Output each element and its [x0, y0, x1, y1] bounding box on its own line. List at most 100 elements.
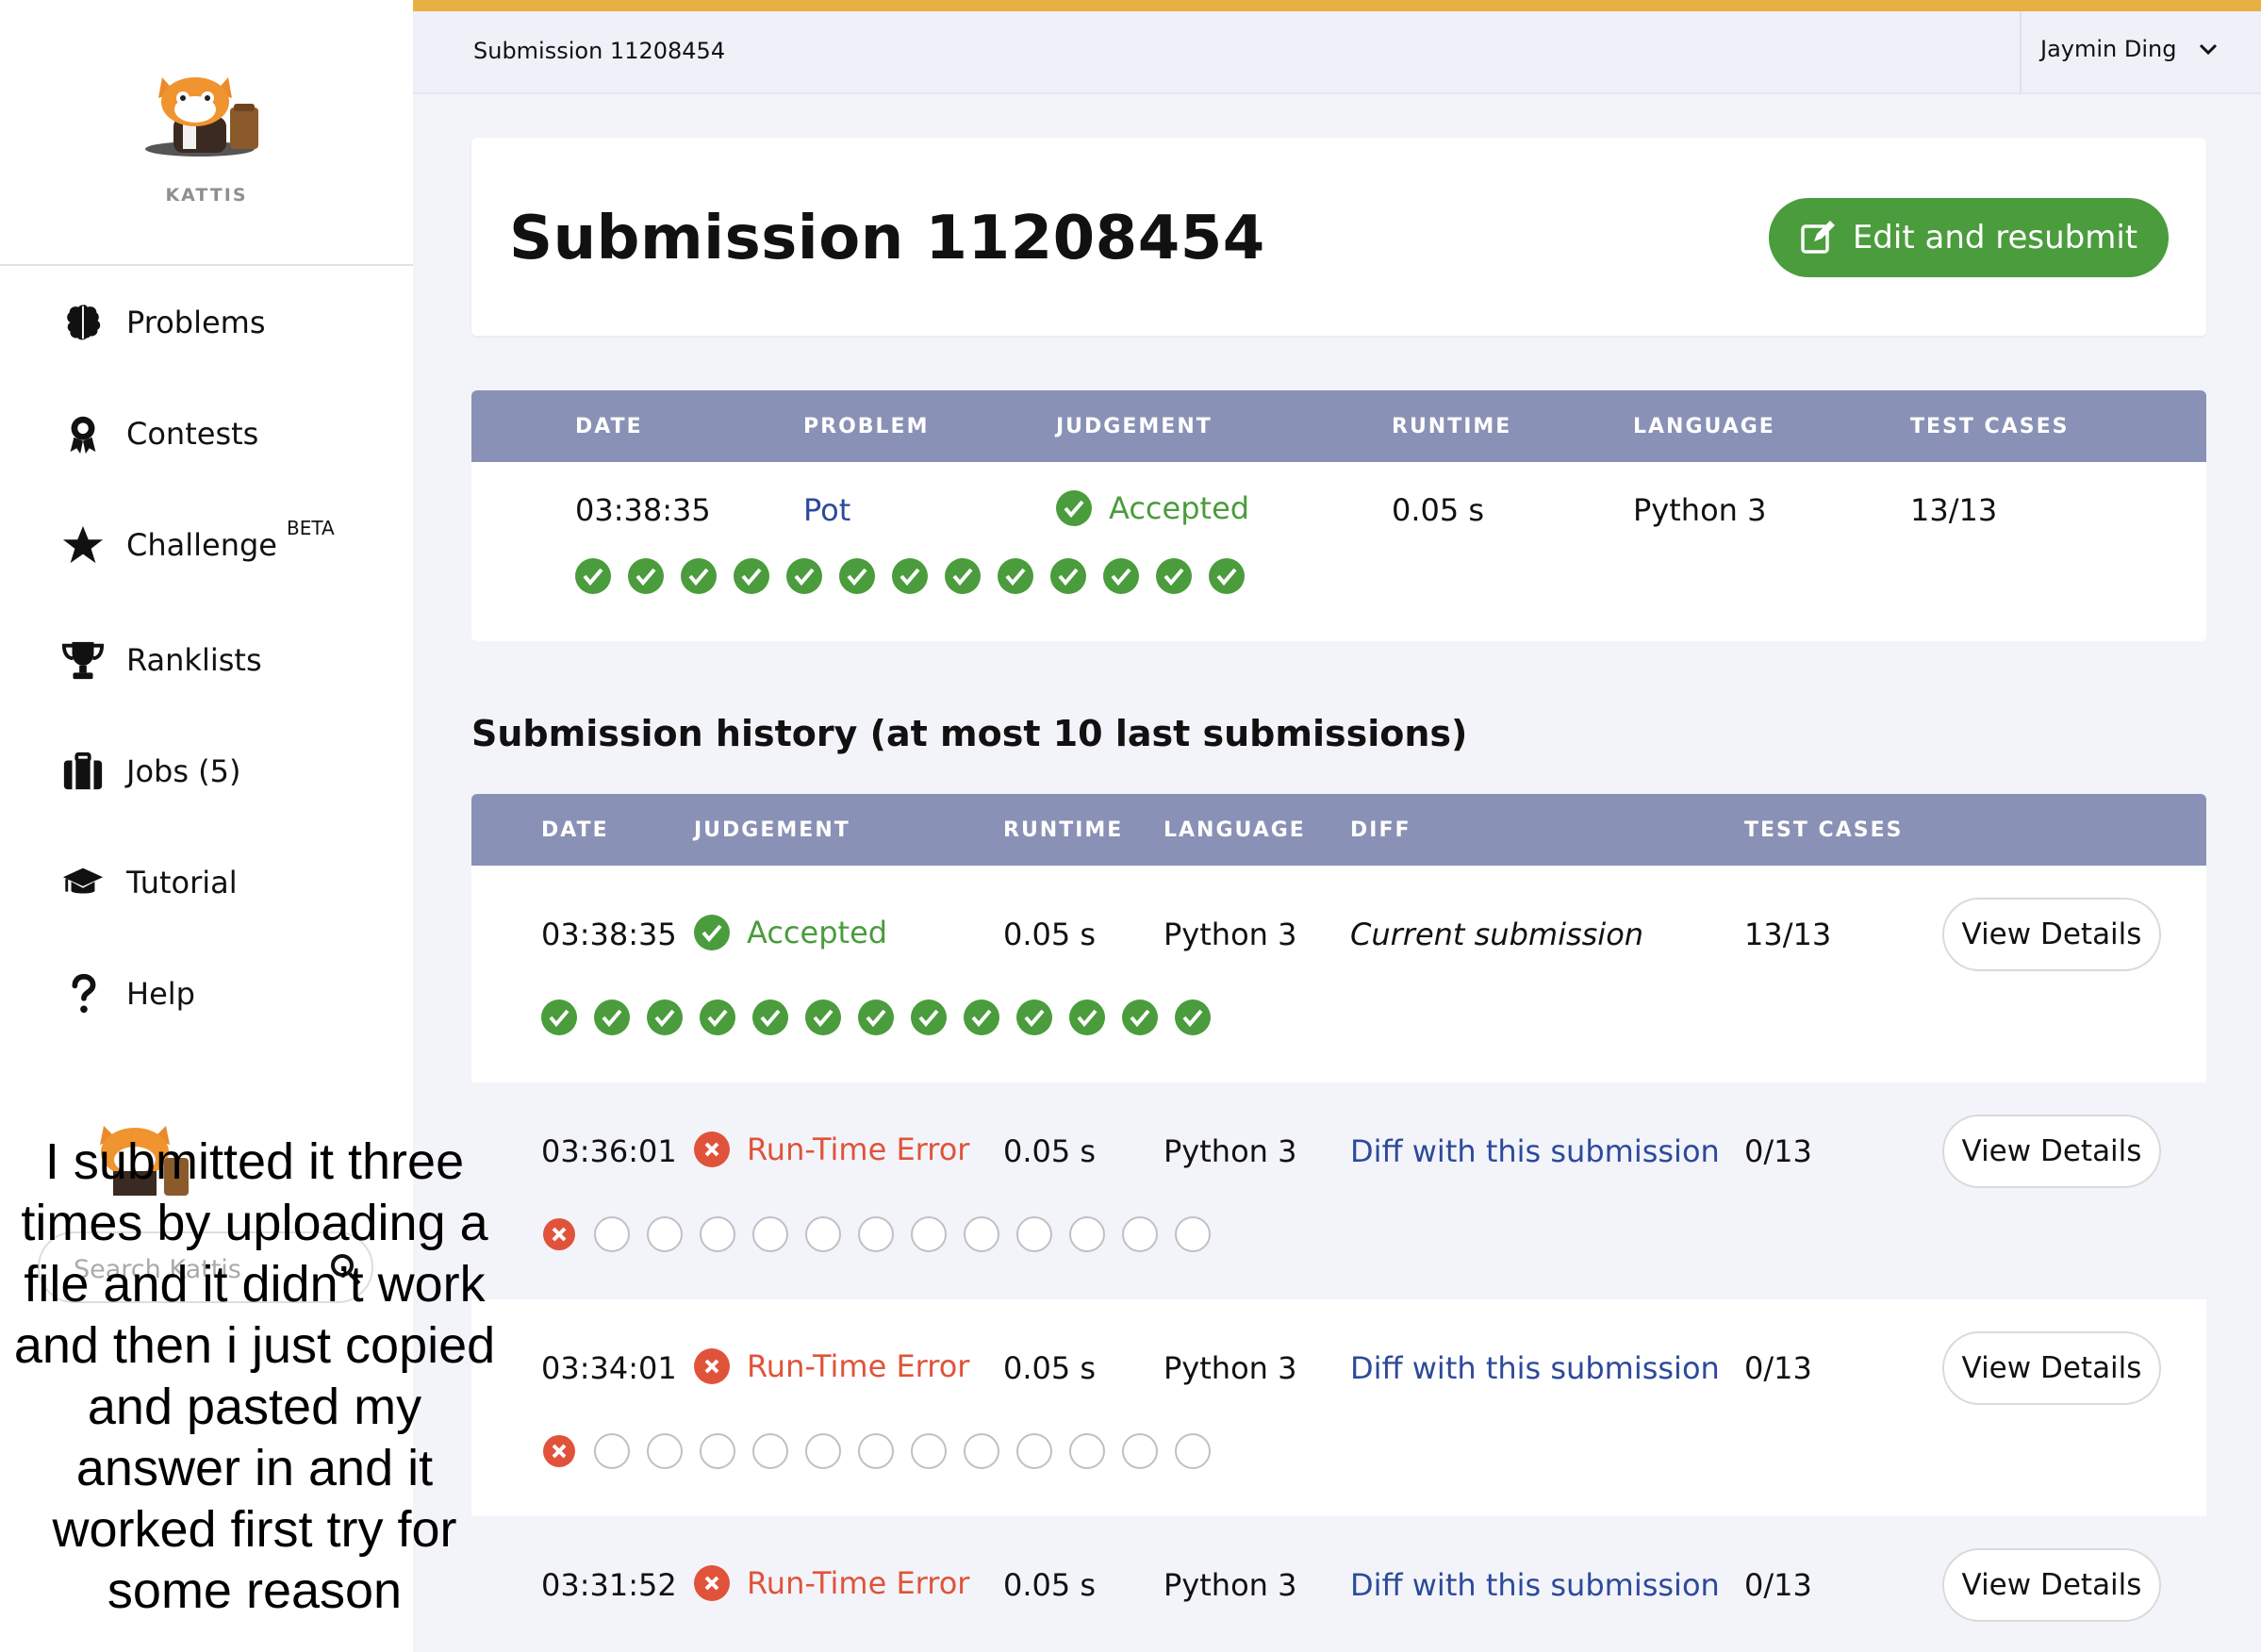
judgement-status: Run-Time Error — [694, 1565, 969, 1601]
kattis-cat-logo — [145, 77, 258, 157]
sidebar-item-label: Challenge — [126, 527, 277, 563]
test-not-run-icon — [964, 1216, 999, 1252]
column-header-date: DATE — [541, 818, 609, 842]
test-not-run-icon — [1175, 1433, 1211, 1469]
sidebar-item-problems[interactable]: Problems — [58, 294, 266, 351]
test-passed-icon — [594, 999, 630, 1035]
test-passed-icon — [911, 999, 947, 1035]
history-runtime: 0.05 s — [1003, 1350, 1097, 1386]
error-circle-icon — [694, 1565, 730, 1601]
diff-link[interactable]: Diff with this submission — [1350, 1567, 1720, 1603]
judgement-text: Run-Time Error — [747, 1348, 970, 1384]
test-passed-icon — [1122, 999, 1158, 1035]
test-not-run-icon — [647, 1216, 683, 1252]
history-row: 03:36:01 Run-Time Error 0.05 s Python 3 … — [471, 1082, 2206, 1299]
test-passed-icon — [1103, 558, 1139, 594]
history-runtime: 0.05 s — [1003, 1133, 1097, 1169]
edit-and-resubmit-button[interactable]: Edit and resubmit — [1769, 198, 2169, 277]
sidebar-item-label: Jobs (5) — [126, 753, 241, 789]
column-header-judgement: JUDGEMENT — [694, 818, 850, 842]
test-not-run-icon — [700, 1433, 735, 1469]
submission-row: 03:38:35 Pot Accepted 0.05 s Python 3 13… — [471, 462, 2206, 641]
test-passed-icon — [575, 558, 611, 594]
column-header-language: LANGUAGE — [1633, 415, 1775, 438]
judgement-status: Accepted — [694, 915, 887, 950]
view-details-button[interactable]: View Details — [1942, 1115, 2161, 1188]
test-passed-icon — [1209, 558, 1245, 594]
column-header-runtime: RUNTIME — [1392, 415, 1512, 438]
test-not-run-icon — [1175, 1216, 1211, 1252]
test-not-run-icon — [700, 1216, 735, 1252]
sidebar-item-challenge[interactable]: Challenge BETA — [58, 517, 335, 573]
test-passed-icon — [700, 999, 735, 1035]
test-not-run-icon — [805, 1433, 841, 1469]
judgement-status: Accepted — [1056, 490, 1249, 526]
beta-badge: BETA — [286, 517, 335, 539]
judgement-text: Run-Time Error — [747, 1565, 970, 1601]
test-passed-icon — [1016, 999, 1052, 1035]
star-icon — [58, 522, 107, 568]
test-passed-icon — [628, 558, 664, 594]
column-header-test-cases: TEST CASES — [1910, 415, 2070, 438]
test-passed-icon — [1175, 999, 1211, 1035]
view-details-button[interactable]: View Details — [1942, 1331, 2161, 1405]
judgement-text: Run-Time Error — [747, 1132, 970, 1167]
test-not-run-icon — [752, 1433, 788, 1469]
judgement-status: Run-Time Error — [694, 1132, 969, 1167]
question-icon — [58, 971, 107, 1016]
problem-link[interactable]: Pot — [803, 492, 850, 528]
column-header-diff: DIFF — [1350, 818, 1411, 842]
graduation-cap-icon — [58, 860, 107, 905]
test-not-run-icon — [647, 1433, 683, 1469]
check-circle-icon — [1056, 490, 1092, 526]
breadcrumb: Submission 11208454 — [473, 38, 726, 64]
judgement-text: Accepted — [1109, 490, 1250, 526]
history-table-header: DATE JUDGEMENT RUNTIME LANGUAGE DIFF TES… — [471, 794, 2206, 866]
test-passed-icon — [1050, 558, 1086, 594]
test-not-run-icon — [594, 1433, 630, 1469]
history-row: 03:38:35 Accepted 0.05 s Python 3 Curren… — [471, 866, 2206, 1082]
test-not-run-icon — [964, 1433, 999, 1469]
history-date: 03:36:01 — [541, 1133, 677, 1169]
history-runtime: 0.05 s — [1003, 917, 1097, 952]
test-passed-icon — [805, 999, 841, 1035]
view-details-button[interactable]: View Details — [1942, 898, 2161, 971]
column-header-date: DATE — [575, 415, 643, 438]
topbar: Submission 11208454 Jaymin Ding — [413, 11, 2261, 94]
sidebar-item-tutorial[interactable]: Tutorial — [58, 854, 238, 911]
test-not-run-icon — [1069, 1433, 1105, 1469]
diff-link[interactable]: Diff with this submission — [1350, 1350, 1720, 1386]
history-diff-current: Current submission — [1350, 917, 1644, 952]
test-failed-icon — [541, 1216, 577, 1252]
history-test-cases: 0/13 — [1744, 1133, 1812, 1169]
logo-block[interactable]: KATTIS — [0, 0, 413, 266]
submission-date: 03:38:35 — [575, 492, 711, 528]
chevron-down-icon — [2200, 43, 2218, 56]
award-icon — [58, 411, 107, 456]
test-not-run-icon — [805, 1216, 841, 1252]
submission-language: Python 3 — [1633, 492, 1767, 528]
user-menu[interactable]: Jaymin Ding — [2040, 36, 2221, 62]
edit-icon — [1801, 221, 1835, 254]
sidebar-item-contests[interactable]: Contests — [58, 405, 258, 462]
divider — [2020, 11, 2022, 94]
judgement-status: Run-Time Error — [694, 1348, 969, 1384]
test-passed-icon — [681, 558, 717, 594]
view-details-button[interactable]: View Details — [1942, 1548, 2161, 1622]
history-title: Submission history (at most 10 last subm… — [471, 713, 1468, 754]
test-case-dots — [541, 1433, 1228, 1469]
diff-link[interactable]: Diff with this submission — [1350, 1133, 1720, 1169]
history-test-cases: 0/13 — [1744, 1567, 1812, 1603]
error-circle-icon — [694, 1132, 730, 1167]
test-passed-icon — [945, 558, 981, 594]
test-not-run-icon — [858, 1216, 894, 1252]
test-not-run-icon — [911, 1216, 947, 1252]
test-passed-icon — [647, 999, 683, 1035]
sidebar-item-help[interactable]: Help — [58, 966, 195, 1022]
history-language: Python 3 — [1164, 1350, 1297, 1386]
judgement-text: Accepted — [747, 915, 888, 950]
history-date: 03:38:35 — [541, 917, 677, 952]
sidebar-item-jobs[interactable]: Jobs (5) — [58, 743, 241, 800]
sidebar-item-ranklists[interactable]: Ranklists — [58, 632, 262, 688]
page-title: Submission 11208454 — [509, 204, 1265, 273]
